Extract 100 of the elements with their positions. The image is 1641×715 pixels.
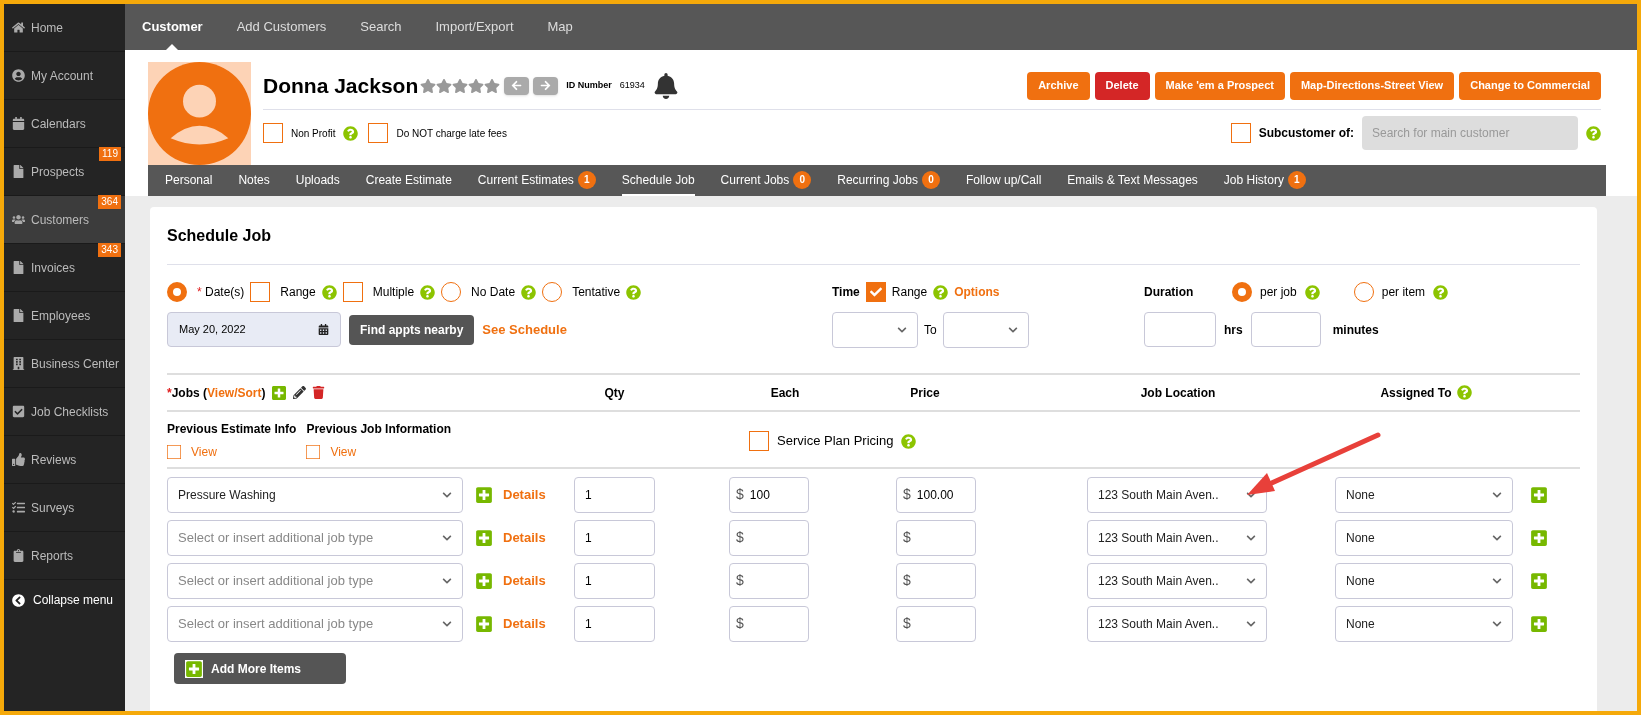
sidebar-item[interactable]: Customers 364: [4, 196, 125, 244]
minutes-field[interactable]: [1250, 312, 1321, 347]
add-icon[interactable]: [475, 528, 493, 547]
previous-button[interactable]: [504, 76, 530, 95]
dropdown[interactable]: [942, 312, 1029, 348]
checkbox[interactable]: [250, 282, 271, 302]
tab[interactable]: Personal: [165, 165, 213, 196]
nav-tab[interactable]: Search: [360, 4, 402, 50]
date-field[interactable]: May 20, 2022: [167, 312, 341, 347]
checkbox[interactable]: [865, 282, 886, 302]
tab[interactable]: Uploads: [295, 165, 340, 196]
help-icon[interactable]: [901, 433, 917, 449]
tab[interactable]: Current Jobs 0: [720, 165, 812, 196]
input-field[interactable]: $: [896, 519, 976, 556]
dropdown[interactable]: Select or insert additional job type: [167, 562, 463, 599]
sidebar-item[interactable]: Reports: [4, 532, 125, 580]
add-icon[interactable]: [1530, 571, 1548, 590]
input-field[interactable]: $: [729, 519, 809, 556]
collapse-menu-button[interactable]: Collapse menu: [4, 580, 125, 620]
add-icon[interactable]: [475, 571, 493, 590]
help-icon[interactable]: [420, 284, 436, 300]
dropdown[interactable]: 123 South Main Aven..: [1087, 562, 1267, 599]
tab[interactable]: Emails & Text Messages: [1067, 165, 1198, 196]
help-icon[interactable]: [1304, 284, 1320, 300]
previous-info-title: Previous Estimate Info: [167, 421, 297, 438]
checkbox[interactable]: [263, 123, 283, 143]
help-icon[interactable]: [626, 284, 642, 300]
help-icon[interactable]: [1433, 284, 1449, 300]
trash-icon[interactable]: [312, 386, 326, 399]
help-icon[interactable]: [933, 284, 949, 300]
tab[interactable]: Job History 1: [1223, 165, 1306, 196]
checkbox[interactable]: [749, 431, 770, 451]
sidebar-item[interactable]: Reviews: [4, 436, 125, 484]
sidebar-item[interactable]: Business Center: [4, 340, 125, 388]
document-icon: [12, 261, 25, 274]
radio-button[interactable]: [1232, 282, 1252, 302]
add-icon[interactable]: [475, 485, 493, 504]
help-icon[interactable]: [1456, 385, 1472, 400]
sidebar-item[interactable]: Employees: [4, 292, 125, 340]
nav-tab[interactable]: Map: [547, 4, 573, 50]
tab[interactable]: Current Estimates 1: [477, 165, 596, 196]
checkbox[interactable]: [368, 123, 389, 143]
help-icon[interactable]: [343, 125, 359, 141]
add-icon[interactable]: [1530, 485, 1548, 504]
qty-field[interactable]: 1: [574, 519, 655, 556]
input-field[interactable]: $: [896, 605, 976, 642]
tab[interactable]: Notes: [238, 165, 270, 196]
dropdown[interactable]: [832, 312, 918, 348]
sidebar-item[interactable]: Job Checklists: [4, 388, 125, 436]
qty-field[interactable]: 1: [574, 605, 655, 642]
add-icon[interactable]: [271, 384, 288, 401]
dropdown[interactable]: None: [1335, 562, 1513, 599]
dropdown[interactable]: None: [1335, 476, 1513, 513]
help-icon[interactable]: [521, 284, 537, 300]
checkbox[interactable]: [342, 282, 363, 302]
qty-field[interactable]: 1: [574, 476, 655, 513]
qty-field[interactable]: 1: [574, 562, 655, 599]
sidebar-item[interactable]: Invoices 343: [4, 244, 125, 292]
dropdown[interactable]: 123 South Main Aven..: [1087, 605, 1267, 642]
input-field[interactable]: $: [896, 562, 976, 599]
radio-button[interactable]: [167, 282, 187, 302]
tab[interactable]: Follow up/Call: [966, 165, 1042, 196]
help-icon[interactable]: [321, 284, 337, 300]
next-button[interactable]: [533, 76, 559, 95]
help-icon[interactable]: [1586, 125, 1601, 141]
checkbox[interactable]: [306, 445, 321, 459]
tab[interactable]: Recurring Jobs 0: [837, 165, 940, 196]
count-badge: 119: [99, 147, 121, 161]
action-button[interactable]: Delete: [1094, 71, 1150, 100]
nav-tab[interactable]: Import/Export: [435, 4, 514, 50]
radio-button[interactable]: [441, 282, 462, 302]
hours-field[interactable]: [1144, 312, 1216, 347]
dropdown[interactable]: 123 South Main Aven..: [1087, 519, 1267, 556]
dropdown[interactable]: None: [1335, 519, 1513, 556]
find-appts-button[interactable]: Find appts nearby: [349, 314, 475, 345]
add-icon[interactable]: [475, 614, 493, 633]
checkbox[interactable]: [167, 445, 181, 459]
dropdown[interactable]: None: [1335, 605, 1513, 642]
input-field[interactable]: $: [729, 605, 809, 642]
sidebar-item[interactable]: Surveys: [4, 484, 125, 532]
dropdown[interactable]: Select or insert additional job type: [167, 605, 463, 642]
add-icon[interactable]: [1530, 614, 1548, 633]
rating-stars-icon[interactable]: [420, 77, 501, 94]
dropdown[interactable]: 123 South Main Aven..: [1087, 476, 1267, 513]
pencil-icon[interactable]: [293, 386, 307, 399]
dropdown[interactable]: Pressure Washing: [167, 476, 463, 513]
radio-button[interactable]: [542, 282, 563, 302]
tab[interactable]: Schedule Job: [621, 165, 695, 196]
add-icon[interactable]: [1530, 528, 1548, 547]
nav-tab[interactable]: Add Customers: [236, 4, 327, 50]
radio-button[interactable]: [1353, 282, 1374, 302]
checkbox[interactable]: [1230, 123, 1251, 143]
dropdown[interactable]: Select or insert additional job type: [167, 519, 463, 556]
count-badge: 364: [98, 195, 121, 209]
bell-icon[interactable]: [652, 72, 679, 99]
input-field[interactable]: $ 100: [729, 476, 809, 513]
tab[interactable]: Create Estimate: [365, 165, 452, 196]
input-field[interactable]: $: [729, 562, 809, 599]
input-field[interactable]: $ 100.00: [896, 476, 976, 513]
add-more-items-button[interactable]: Add More Items: [174, 653, 346, 684]
